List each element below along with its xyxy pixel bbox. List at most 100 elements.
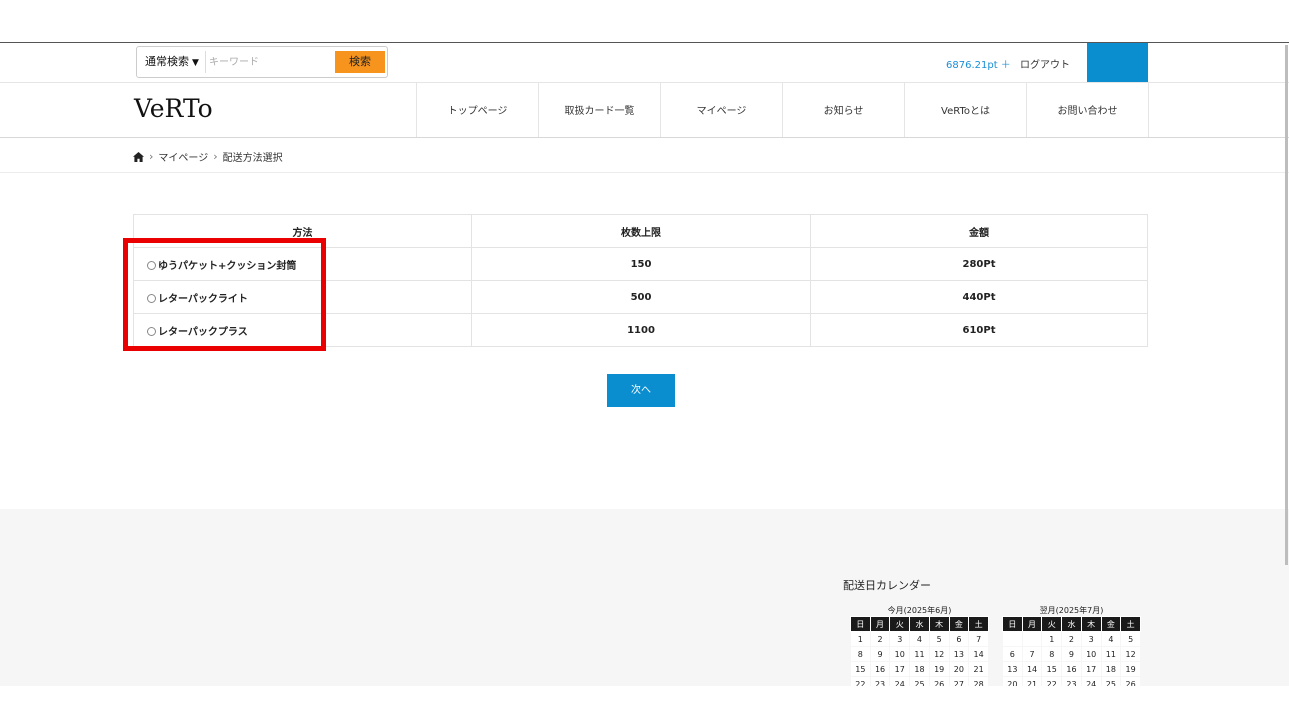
calendar-day: 13 — [1002, 661, 1023, 677]
limit-cell: 1100 — [471, 313, 811, 347]
calendar-this-month: 今月(2025年6月) 日月火水木金土 1 2 3 4 5 6 7 8 9 10 11 12 13 14 15 1… — [850, 605, 989, 686]
weekday-header: 金 — [948, 616, 970, 632]
search-button[interactable]: 検索 — [335, 51, 385, 73]
chevron-right-icon: › — [149, 150, 154, 163]
logout-link[interactable]: ログアウト — [1020, 56, 1070, 71]
weekday-header: 火 — [889, 616, 911, 632]
header-limit: 枚数上限 — [471, 214, 811, 248]
breadcrumb: › マイページ › 配送方法選択 — [133, 149, 283, 164]
nav-item-contact[interactable]: お問い合わせ — [1027, 82, 1149, 137]
calendar-day: 5 — [1120, 631, 1141, 647]
weekday-header: 月 — [869, 616, 891, 632]
calendar-day — [1002, 631, 1023, 647]
weekday-header: 金 — [1100, 616, 1122, 632]
calendar-day: 6 — [1002, 646, 1023, 662]
scrollbar[interactable] — [1285, 45, 1288, 565]
calendar-grid: 日月火水木金土 1 2 3 4 5 6 7 8 9 10 11 12 13 14 15 16 17 18 19 20 21… — [1002, 616, 1141, 686]
calendar-day: 7 — [968, 631, 989, 647]
limit-cell: 500 — [471, 280, 811, 314]
calendar-day: 3 — [889, 631, 911, 647]
weekday-header: 火 — [1041, 616, 1063, 632]
calendar-day: 11 — [1100, 646, 1122, 662]
search-mode-select[interactable]: 通常検索 ▼ — [145, 47, 199, 77]
price-cell: 280Pt — [810, 247, 1148, 281]
limit-cell: 150 — [471, 247, 811, 281]
calendar-day: 19 — [1120, 661, 1141, 677]
site-logo[interactable]: VeRTo — [134, 94, 213, 123]
calendar-day: 21 — [968, 661, 989, 677]
calendar-day: 7 — [1021, 646, 1043, 662]
price-cell: 440Pt — [810, 280, 1148, 314]
calendar-day: 18 — [1100, 661, 1122, 677]
footer: 配送日カレンダー 今月(2025年6月) 日月火水木金土 1 2 3 4 5 6 7 8 9 10 11… — [0, 509, 1289, 686]
calendar-day: 23 — [1061, 676, 1082, 686]
calendar-day: 8 — [1041, 646, 1063, 662]
calendar-next-month: 翌月(2025年7月) 日月火水木金土 1 2 3 4 5 6 7 8 9 10 11 12 13 14 15 1… — [1002, 605, 1141, 686]
calendar-day: 10 — [889, 646, 911, 662]
calendar-day: 24 — [1080, 676, 1102, 686]
calendar-day: 15 — [1041, 661, 1063, 677]
page-bottom — [0, 686, 1289, 718]
calendar-day: 5 — [928, 631, 950, 647]
calendar-day: 4 — [1100, 631, 1122, 647]
weekday-header: 水 — [1061, 616, 1082, 632]
calendar-day: 13 — [948, 646, 970, 662]
calendar-day: 22 — [1041, 676, 1063, 686]
breadcrumb-current: 配送方法選択 — [222, 153, 283, 164]
calendar-title: 配送日カレンダー — [843, 579, 931, 592]
calendar-day: 16 — [869, 661, 891, 677]
search-input[interactable] — [207, 50, 335, 74]
calendar-day: 24 — [889, 676, 911, 686]
menu-button[interactable] — [1087, 43, 1148, 82]
weekday-header: 土 — [968, 616, 989, 632]
points-balance[interactable]: 6876.21pt ＋ — [946, 56, 1011, 71]
nav-item-about[interactable]: VeRToとは — [905, 82, 1027, 137]
calendar-day: 11 — [909, 646, 930, 662]
calendar-grid: 日月火水木金土 1 2 3 4 5 6 7 8 9 10 11 12 13 14 15 16 17 18 19 20 21… — [850, 616, 989, 686]
calendar-day: 2 — [1061, 631, 1082, 647]
nav-item-top[interactable]: トップページ — [417, 82, 539, 137]
calendar-day: 28 — [968, 676, 989, 686]
calendar-day: 8 — [850, 646, 871, 662]
calendar-day: 18 — [909, 661, 930, 677]
calendar-day: 25 — [1100, 676, 1122, 686]
calendar-day: 1 — [1041, 631, 1063, 647]
weekday-header: 日 — [850, 616, 871, 632]
nav-item-news[interactable]: お知らせ — [783, 82, 905, 137]
home-icon[interactable] — [133, 151, 144, 162]
calendar-day: 15 — [850, 661, 871, 677]
chevron-down-icon: ▼ — [192, 58, 199, 68]
nav-item-mypage[interactable]: マイページ — [661, 82, 783, 137]
calendar-day: 26 — [928, 676, 950, 686]
weekday-header: 月 — [1021, 616, 1043, 632]
breadcrumb-divider — [0, 172, 1289, 173]
calendar-day: 14 — [1021, 661, 1043, 677]
calendar-day: 14 — [968, 646, 989, 662]
calendar-day: 20 — [1002, 676, 1023, 686]
calendar-day: 12 — [1120, 646, 1141, 662]
weekday-header: 木 — [928, 616, 950, 632]
weekday-header: 土 — [1120, 616, 1141, 632]
nav-item-cards[interactable]: 取扱カード一覧 — [539, 82, 661, 137]
weekday-header: 水 — [909, 616, 930, 632]
breadcrumb-mypage[interactable]: マイページ — [158, 149, 208, 164]
price-cell: 610Pt — [810, 313, 1148, 347]
calendar-day: 23 — [869, 676, 891, 686]
calendar-day: 17 — [889, 661, 911, 677]
calendar-day: 6 — [948, 631, 970, 647]
calendar-day: 10 — [1080, 646, 1102, 662]
red-highlight-box — [123, 238, 326, 351]
header-price: 金額 — [810, 214, 1148, 248]
calendar-day: 17 — [1080, 661, 1102, 677]
calendar-day: 3 — [1080, 631, 1102, 647]
calendar-day: 9 — [869, 646, 891, 662]
calendar-day: 12 — [928, 646, 950, 662]
calendar-day: 4 — [909, 631, 930, 647]
calendar-day: 21 — [1021, 676, 1043, 686]
main-nav: トップページ 取扱カード一覧 マイページ お知らせ VeRToとは お問い合わせ — [416, 82, 1149, 137]
calendar-day: 27 — [948, 676, 970, 686]
search-divider — [205, 51, 206, 73]
next-button[interactable]: 次へ — [607, 374, 675, 407]
calendar-caption: 翌月(2025年7月) — [1039, 606, 1104, 615]
search-bar: 通常検索▼ 検索 — [136, 46, 388, 78]
